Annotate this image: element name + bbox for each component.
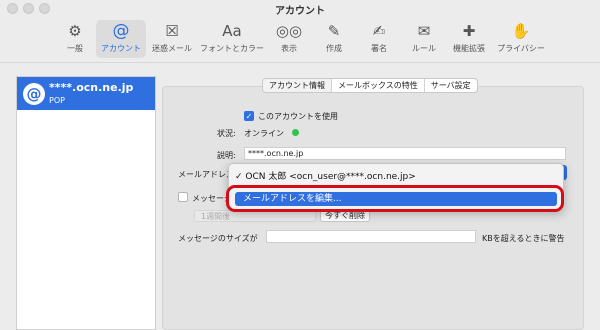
highlight-annotation — [226, 185, 564, 212]
description-field[interactable]: ****.ocn.ne.jp — [244, 147, 566, 160]
account-type: POP — [49, 96, 65, 105]
toolbar-fonts-colors[interactable]: Aa フォントとカラー — [198, 20, 266, 58]
status-indicator — [292, 129, 299, 136]
toolbar-label: 一般 — [67, 44, 83, 53]
toolbar-label: プライバシー — [497, 44, 545, 53]
message-size-suffix: KBを超えるときに警告 — [482, 234, 565, 243]
account-name: ****.ocn.ne.jp — [49, 81, 134, 94]
checkmark-icon: ✓ — [235, 172, 246, 182]
rules-icon: ✉ — [417, 22, 431, 40]
toolbar-extensions[interactable]: ✚ 機能拡張 — [447, 20, 491, 58]
menu-item-current-address[interactable]: ✓ OCN 太郎 <ocn_user@****.ocn.ne.jp> — [235, 169, 416, 182]
toolbar-label: 署名 — [371, 44, 387, 53]
toolbar-label: ルール — [412, 44, 436, 53]
toolbar-composing[interactable]: ✎ 作成 — [312, 20, 356, 58]
toolbar-viewing[interactable]: ◎◎ 表示 — [267, 20, 311, 58]
description-label: 説明: — [217, 151, 236, 160]
gear-icon: ⚙ — [68, 22, 82, 40]
tab-mailbox-behaviors[interactable]: メールボックスの特性 — [332, 79, 425, 92]
toolbar-accounts[interactable]: @ アカウント — [96, 20, 146, 58]
preferences-window: アカウント ⚙ 一般 @ アカウント ☒ 迷惑メール Aa フォントとカラー ◎… — [0, 0, 600, 330]
tab-server-settings[interactable]: サーバ設定 — [425, 79, 477, 92]
glasses-icon: ◎◎ — [275, 22, 303, 40]
current-address-text: OCN 太郎 <ocn_user@****.ocn.ne.jp> — [245, 172, 416, 182]
toolbar-signatures[interactable]: ✍ 署名 — [357, 20, 401, 58]
status-label: 状況: — [217, 129, 236, 138]
toolbar-junk-mail[interactable]: ☒ 迷惑メール — [147, 20, 197, 58]
tab-account-information[interactable]: アカウント情報 — [263, 79, 332, 92]
signature-icon: ✍ — [372, 22, 386, 40]
toolbar-general[interactable]: ⚙ 一般 — [55, 20, 95, 58]
window-title: アカウント — [275, 6, 325, 17]
compose-icon: ✎ — [327, 22, 341, 40]
remove-messages-checkbox[interactable] — [178, 192, 188, 202]
title-bar: アカウント — [0, 0, 600, 17]
message-size-field[interactable] — [266, 230, 476, 243]
settings-tabs: アカウント情報 メールボックスの特性 サーバ設定 — [262, 78, 478, 93]
enable-account-checkbox[interactable]: ✓ — [244, 111, 254, 121]
hand-icon: ✋ — [511, 22, 531, 40]
toolbar-label: 迷惑メール — [152, 44, 192, 53]
email-address-label: メールアドレス — [178, 170, 234, 179]
toolbar-label: 作成 — [326, 44, 342, 53]
toolbar: ⚙ 一般 @ アカウント ☒ 迷惑メール Aa フォントとカラー ◎◎ 表示 ✎… — [55, 20, 551, 60]
toolbar-rules[interactable]: ✉ ルール — [402, 20, 446, 58]
enable-account-label: このアカウントを使用 — [258, 112, 338, 121]
accounts-sidebar: @ ****.ocn.ne.jp POP — [16, 76, 156, 330]
toolbar-label: アカウント — [101, 44, 141, 53]
message-size-label: メッセージのサイズが — [178, 234, 258, 243]
status-value: オンライン — [244, 129, 284, 138]
toolbar-privacy[interactable]: ✋ プライバシー — [492, 20, 550, 58]
junk-mail-icon: ☒ — [165, 22, 179, 40]
toolbar-label: フォントとカラー — [200, 44, 264, 53]
toolbar-label: 表示 — [281, 44, 297, 53]
at-sign-icon: @ — [23, 83, 45, 105]
puzzle-icon: ✚ — [462, 22, 476, 40]
at-sign-icon: @ — [112, 21, 130, 41]
toolbar-label: 機能拡張 — [453, 44, 485, 53]
toolbar-divider — [0, 62, 600, 63]
account-list-item[interactable]: @ ****.ocn.ne.jp POP — [17, 77, 155, 110]
font-icon: Aa — [222, 22, 242, 40]
